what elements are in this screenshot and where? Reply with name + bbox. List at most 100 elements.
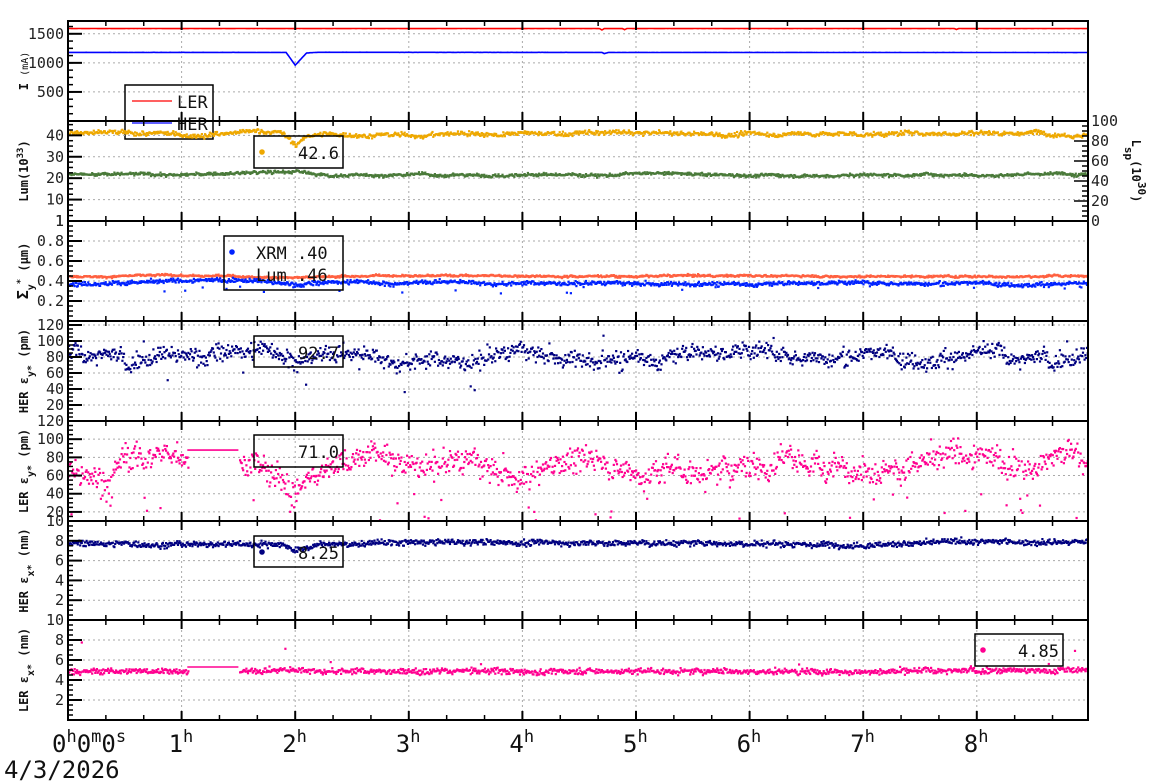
- data-point: [257, 128, 260, 131]
- data-point: [755, 176, 758, 179]
- data-point: [176, 277, 180, 280]
- series-line-ler: [68, 27, 1087, 31]
- data-point: [421, 279, 424, 282]
- data-point: [494, 173, 497, 176]
- series-points-lsp: [68, 169, 1088, 179]
- data-point: [459, 278, 462, 282]
- data-point: [596, 176, 599, 179]
- data-point: [737, 135, 740, 138]
- data-point: [347, 283, 351, 286]
- data-point: [184, 289, 187, 292]
- data-point: [172, 130, 175, 133]
- data-point: [697, 280, 700, 283]
- data-point: [383, 284, 386, 287]
- data-point: [987, 133, 990, 136]
- data-point: [766, 131, 769, 134]
- data-point: [289, 136, 292, 139]
- panel-frame: [67, 20, 1089, 122]
- y-tick-label: 30: [46, 148, 64, 166]
- data-point: [903, 133, 906, 136]
- data-point: [586, 133, 589, 136]
- data-point: [565, 291, 568, 294]
- data-point: [670, 280, 673, 283]
- data-point: [567, 134, 570, 138]
- data-point: [603, 280, 606, 284]
- data-point: [429, 280, 432, 283]
- data-point: [76, 285, 79, 288]
- data-point: [717, 285, 720, 288]
- series-group: [68, 272, 1088, 295]
- data-point: [678, 133, 681, 136]
- data-point: [1044, 132, 1047, 135]
- data-point: [367, 137, 370, 140]
- data-point: [86, 130, 89, 134]
- data-point: [736, 130, 739, 134]
- data-point: [1081, 136, 1084, 139]
- data-point: [997, 175, 1000, 178]
- data-point: [792, 176, 795, 179]
- data-point: [499, 292, 502, 295]
- data-point: [240, 131, 243, 134]
- data-point: [73, 285, 76, 288]
- data-point: [92, 129, 95, 132]
- data-point: [530, 282, 533, 285]
- right-tick-label: 0: [1091, 212, 1100, 230]
- data-point: [161, 279, 164, 282]
- data-point: [111, 131, 114, 134]
- data-point: [200, 133, 203, 136]
- data-point: [72, 282, 75, 285]
- legend: LERHER: [124, 84, 214, 140]
- data-point: [899, 129, 902, 133]
- data-point: [745, 133, 748, 136]
- legend-label: 42.6: [298, 144, 339, 164]
- series-points-xrm: [68, 276, 1088, 295]
- data-point: [283, 132, 286, 135]
- y-axis-label: Lum(1033): [16, 140, 31, 201]
- data-point: [342, 132, 345, 135]
- legend-swatch-dot: [259, 149, 265, 155]
- data-point: [403, 131, 406, 134]
- data-point: [319, 131, 322, 134]
- data-point: [510, 284, 513, 287]
- data-point: [406, 280, 409, 284]
- data-point: [114, 129, 117, 132]
- data-point: [895, 131, 898, 134]
- data-point: [219, 277, 222, 280]
- data-point: [97, 282, 100, 285]
- data-point: [730, 132, 733, 136]
- data-point: [470, 282, 473, 285]
- data-point: [579, 173, 582, 176]
- y-tick-label: 40: [46, 126, 64, 144]
- data-point: [448, 134, 451, 137]
- data-point: [401, 291, 404, 294]
- data-point: [558, 131, 561, 134]
- data-point: [110, 283, 114, 286]
- data-point: [119, 284, 122, 287]
- data-point: [608, 129, 611, 132]
- data-point: [438, 278, 441, 281]
- data-point: [1035, 133, 1038, 136]
- data-point: [781, 135, 784, 138]
- y-axis-label-part: I: [17, 76, 31, 90]
- data-point: [851, 134, 854, 137]
- right-axis-label-part: (10: [1129, 160, 1143, 182]
- data-point: [969, 134, 972, 137]
- data-point: [584, 129, 587, 132]
- data-point: [858, 175, 861, 178]
- data-point: [513, 175, 516, 178]
- data-point: [454, 289, 457, 292]
- data-point: [681, 288, 684, 291]
- data-point: [389, 285, 392, 288]
- data-point: [185, 133, 188, 136]
- right-tick-label: 20: [1091, 192, 1109, 210]
- data-point: [348, 132, 351, 135]
- data-point: [615, 129, 618, 132]
- data-point: [302, 138, 305, 141]
- data-point: [665, 283, 668, 286]
- data-point: [290, 172, 293, 175]
- data-point: [272, 172, 275, 175]
- data-point: [1055, 135, 1058, 139]
- data-point: [162, 281, 165, 285]
- data-point: [553, 130, 556, 133]
- data-point: [561, 130, 564, 133]
